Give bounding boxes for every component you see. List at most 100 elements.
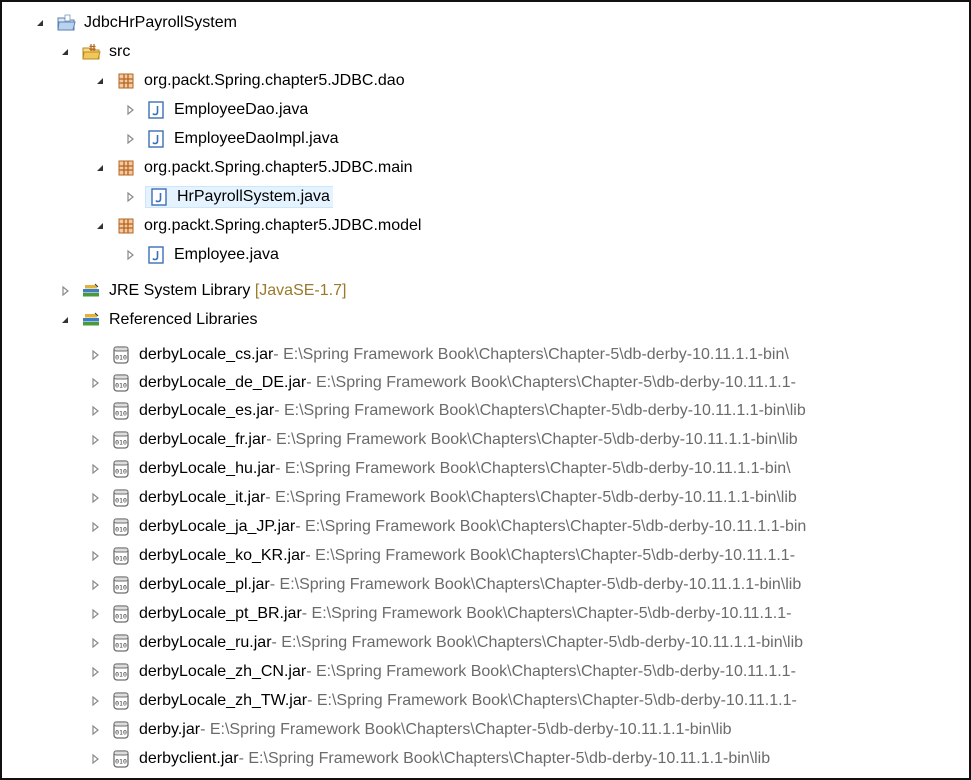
file-label: HrPayrollSystem.java [177,187,330,205]
expanded-arrow-icon[interactable] [57,312,73,328]
tree-node-jar[interactable]: derbyLocale_es.jar - E:\Spring Framework… [87,396,806,425]
collapsed-arrow-icon[interactable] [87,548,103,564]
package-label: org.packt.Spring.chapter5.JDBC.model [144,216,422,234]
jar-path: - E:\Spring Framework Book\Chapters\Chap… [271,633,804,651]
tree-node-jar[interactable]: derbyLocale_hu.jar - E:\Spring Framework… [87,454,791,483]
jar-icon [111,691,131,711]
expanded-arrow-icon[interactable] [92,160,108,176]
jar-name: derbyLocale_pt_BR.jar [139,604,302,622]
tree-node-jar[interactable]: derbyLocale_it.jar - E:\Spring Framework… [87,483,797,512]
tree-node-package-dao[interactable]: org.packt.Spring.chapter5.JDBC.dao [92,66,405,95]
tree-node-jar[interactable]: derbyLocale_ko_KR.jar - E:\Spring Framew… [87,541,795,570]
collapsed-arrow-icon[interactable] [87,664,103,680]
jar-name: derbyLocale_zh_CN.jar [139,662,307,680]
expanded-arrow-icon[interactable] [32,15,48,31]
file-label: Employee.java [174,245,279,263]
jar-icon [111,345,131,365]
jar-icon [111,517,131,537]
jar-icon [111,373,131,393]
tree-node-jre-library[interactable]: JRE System Library [JavaSE-1.7] [57,276,346,305]
jar-path: - E:\Spring Framework Book\Chapters\Chap… [238,749,771,767]
expanded-arrow-icon[interactable] [57,44,73,60]
tree-node-file[interactable]: EmployeeDao.java [122,95,308,124]
jar-name: derbyLocale_cs.jar [139,345,274,363]
jar-name: derbyLocale_zh_TW.jar [139,691,308,709]
collapsed-arrow-icon[interactable] [87,375,103,391]
jar-path: - E:\Spring Framework Book\Chapters\Chap… [305,546,796,564]
collapsed-arrow-icon[interactable] [87,461,103,477]
collapsed-arrow-icon[interactable] [122,131,138,147]
collapsed-arrow-icon[interactable] [87,519,103,535]
java-file-icon [146,100,166,120]
collapsed-arrow-icon[interactable] [87,347,103,363]
jar-name: derbyLocale_it.jar [139,488,266,506]
tree-node-file-selected[interactable]: HrPayrollSystem.java [122,182,333,211]
jar-path: - E:\Spring Framework Book\Chapters\Chap… [295,517,807,535]
package-icon [116,216,136,236]
jar-path: - E:\Spring Framework Book\Chapters\Chap… [306,373,796,391]
source-folder-icon [81,42,101,62]
file-label: EmployeeDao.java [174,100,309,118]
jre-version-decoration: [JavaSE-1.7] [254,281,347,299]
collapsed-arrow-icon[interactable] [87,490,103,506]
tree-node-file[interactable]: EmployeeDaoImpl.java [122,124,339,153]
jar-name: derbyLocale_ru.jar [139,633,272,651]
expanded-arrow-icon[interactable] [92,73,108,89]
jar-name: derbyLocale_es.jar [139,401,275,419]
expanded-arrow-icon[interactable] [92,218,108,234]
collapsed-arrow-icon[interactable] [87,751,103,767]
collapsed-arrow-icon[interactable] [87,577,103,593]
collapsed-arrow-icon[interactable] [87,432,103,448]
tree-node-jar[interactable]: derby.jar - E:\Spring Framework Book\Cha… [87,715,732,744]
jar-icon [111,459,131,479]
tree-node-jar[interactable]: derbyLocale_de_DE.jar - E:\Spring Framew… [87,368,796,397]
jar-icon [111,604,131,624]
collapsed-arrow-icon[interactable] [122,189,138,205]
tree-node-package-model[interactable]: org.packt.Spring.chapter5.JDBC.model [92,211,421,240]
jar-icon [111,720,131,740]
tree-node-jar[interactable]: derbyLocale_pl.jar - E:\Spring Framework… [87,570,801,599]
tree-node-jar[interactable]: derbyLocale_ja_JP.jar - E:\Spring Framew… [87,512,806,541]
tree-node-jar[interactable]: derbyLocale_fr.jar - E:\Spring Framework… [87,425,798,454]
collapsed-arrow-icon[interactable] [87,693,103,709]
jar-path: - E:\Spring Framework Book\Chapters\Chap… [265,488,797,506]
jar-icon [111,749,131,769]
tree-node-referenced-libraries[interactable]: Referenced Libraries [57,305,258,334]
collapsed-arrow-icon[interactable] [122,247,138,263]
jar-path: - E:\Spring Framework Book\Chapters\Chap… [301,604,792,622]
tree-node-jar[interactable]: derbyLocale_zh_TW.jar - E:\Spring Framew… [87,686,797,715]
collapsed-arrow-icon[interactable] [57,283,73,299]
jar-path: - E:\Spring Framework Book\Chapters\Chap… [306,662,796,680]
collapsed-arrow-icon[interactable] [122,102,138,118]
tree-node-jar[interactable]: derbyLocale_zh_CN.jar - E:\Spring Framew… [87,657,796,686]
collapsed-arrow-icon[interactable] [87,606,103,622]
jar-name: derby.jar [139,720,201,738]
tree-node-package-main[interactable]: org.packt.Spring.chapter5.JDBC.main [92,153,413,182]
library-icon [81,281,101,301]
tree-node-src[interactable]: src [57,37,130,66]
jar-path: - E:\Spring Framework Book\Chapters\Chap… [269,575,802,593]
jar-icon [111,633,131,653]
package-label: org.packt.Spring.chapter5.JDBC.main [144,158,413,176]
tree-node-project[interactable]: JdbcHrPayrollSystem [32,8,237,37]
jar-icon [111,546,131,566]
collapsed-arrow-icon[interactable] [87,403,103,419]
package-icon [116,158,136,178]
jar-name: derbyLocale_fr.jar [139,430,267,448]
tree-node-file[interactable]: Employee.java [122,240,279,269]
tree-node-jar[interactable]: derbyLocale_cs.jar - E:\Spring Framework… [87,340,789,369]
tree-node-jar[interactable]: derbyclient.jar - E:\Spring Framework Bo… [87,744,770,773]
jar-name: derbyLocale_ja_JP.jar [139,517,296,535]
jar-path: - E:\Spring Framework Book\Chapters\Chap… [275,459,791,477]
jar-path: - E:\Spring Framework Book\Chapters\Chap… [274,401,806,419]
project-label: JdbcHrPayrollSystem [84,13,237,31]
tree-node-jar[interactable]: derbyLocale_pt_BR.jar - E:\Spring Framew… [87,599,791,628]
tree-node-jar[interactable]: derbyLocale_ru.jar - E:\Spring Framework… [87,628,803,657]
collapsed-arrow-icon[interactable] [87,635,103,651]
collapsed-arrow-icon[interactable] [87,722,103,738]
jar-path: - E:\Spring Framework Book\Chapters\Chap… [307,691,797,709]
package-icon [116,71,136,91]
jar-icon [111,401,131,421]
java-project-icon [56,13,76,33]
java-file-icon [146,129,166,149]
